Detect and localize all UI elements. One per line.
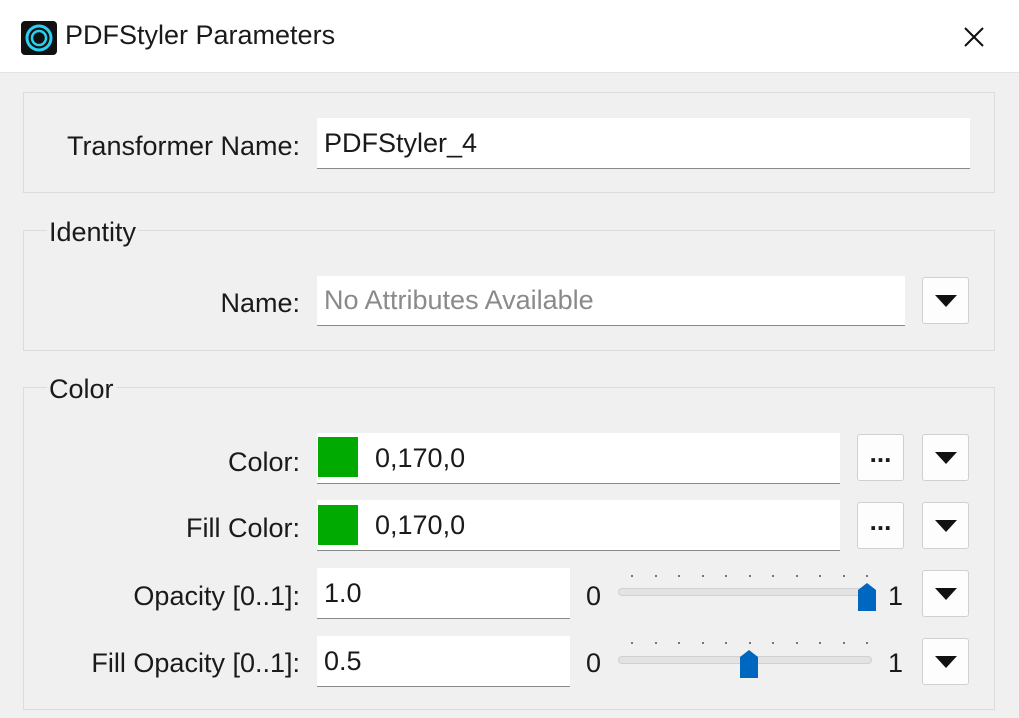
opacity-slider-tick (654, 575, 657, 577)
fill-opacity-slider-tick (725, 642, 727, 644)
color-value: 0,170,0 (375, 442, 466, 473)
fill-opacity-slider-tick (701, 642, 704, 644)
fill-color-picker-button[interactable]: ... (857, 502, 904, 549)
fill-opacity-slider-tick (866, 642, 868, 644)
fill-opacity-dropdown-button[interactable] (922, 638, 969, 685)
fill-opacity-slider-tick (678, 642, 680, 644)
close-button[interactable] (955, 18, 993, 56)
opacity-slider-tick (701, 575, 704, 577)
color-group-title: Color (47, 374, 116, 405)
fill-opacity-input[interactable]: 0.5 (317, 636, 570, 687)
fill-color-dropdown-button[interactable] (922, 502, 969, 549)
opacity-slider-tick (725, 575, 727, 577)
identity-name-input[interactable]: No Attributes Available (317, 276, 905, 326)
identity-name-dropdown-button[interactable] (922, 277, 969, 324)
opacity-slider-tick (842, 575, 845, 577)
opacity-input[interactable]: 1.0 (317, 568, 570, 619)
opacity-slider-tick (678, 575, 680, 577)
opacity-dropdown-button[interactable] (922, 570, 969, 617)
fill-opacity-slider-tick (631, 642, 633, 644)
fme-app-icon (21, 21, 57, 55)
transformer-name-label: Transformer Name: (66, 131, 300, 161)
identity-group-title: Identity (47, 217, 139, 248)
fill-opacity-slider-tick (842, 642, 845, 644)
triangle-down-icon (934, 655, 957, 668)
color-swatch[interactable] (318, 437, 358, 477)
triangle-down-icon (934, 294, 957, 307)
opacity-slider-tick (772, 575, 774, 577)
opacity-slider-tick (631, 575, 633, 577)
color-input[interactable]: 0,170,0 (317, 433, 840, 484)
fill-opacity-slider-tick (654, 642, 657, 644)
fill-opacity-min-label: 0 (586, 648, 602, 678)
identity-name-label: Name: (220, 288, 300, 318)
triangle-down-icon (934, 519, 957, 532)
fill-opacity-slider-tick (748, 642, 751, 644)
fill-opacity-slider-tick (819, 642, 821, 644)
opacity-slider-tick (866, 575, 868, 577)
opacity-max-label: 1 (888, 581, 904, 611)
opacity-label: Opacity [0..1]: (133, 581, 300, 611)
opacity-slider-tick (748, 575, 751, 577)
fill-opacity-slider-tick (772, 642, 774, 644)
triangle-down-icon (934, 587, 957, 600)
fill-color-label: Fill Color: (185, 513, 300, 543)
color-picker-button[interactable]: ... (857, 434, 904, 481)
fill-color-value: 0,170,0 (375, 509, 466, 540)
fill-color-swatch[interactable] (318, 505, 358, 545)
window-title: PDFStyler Parameters (65, 20, 336, 50)
fill-opacity-label: Fill Opacity [0..1]: (91, 648, 300, 678)
fill-color-input[interactable]: 0,170,0 (317, 500, 840, 551)
opacity-slider-tick (819, 575, 821, 577)
title-bar: PDFStyler Parameters (0, 0, 1019, 73)
triangle-down-icon (934, 451, 957, 464)
transformer-name-input[interactable]: PDFStyler_4 (317, 118, 970, 169)
opacity-slider-track[interactable] (618, 588, 872, 596)
close-icon (964, 27, 984, 47)
opacity-min-label: 0 (586, 581, 602, 611)
color-label: Color: (227, 447, 300, 477)
color-dropdown-button[interactable] (922, 434, 969, 481)
ellipsis-icon: ... (869, 437, 892, 468)
fill-opacity-slider-tick (795, 642, 798, 644)
ellipsis-icon: ... (869, 505, 892, 536)
opacity-slider-tick (795, 575, 798, 577)
fill-opacity-max-label: 1 (888, 648, 904, 678)
